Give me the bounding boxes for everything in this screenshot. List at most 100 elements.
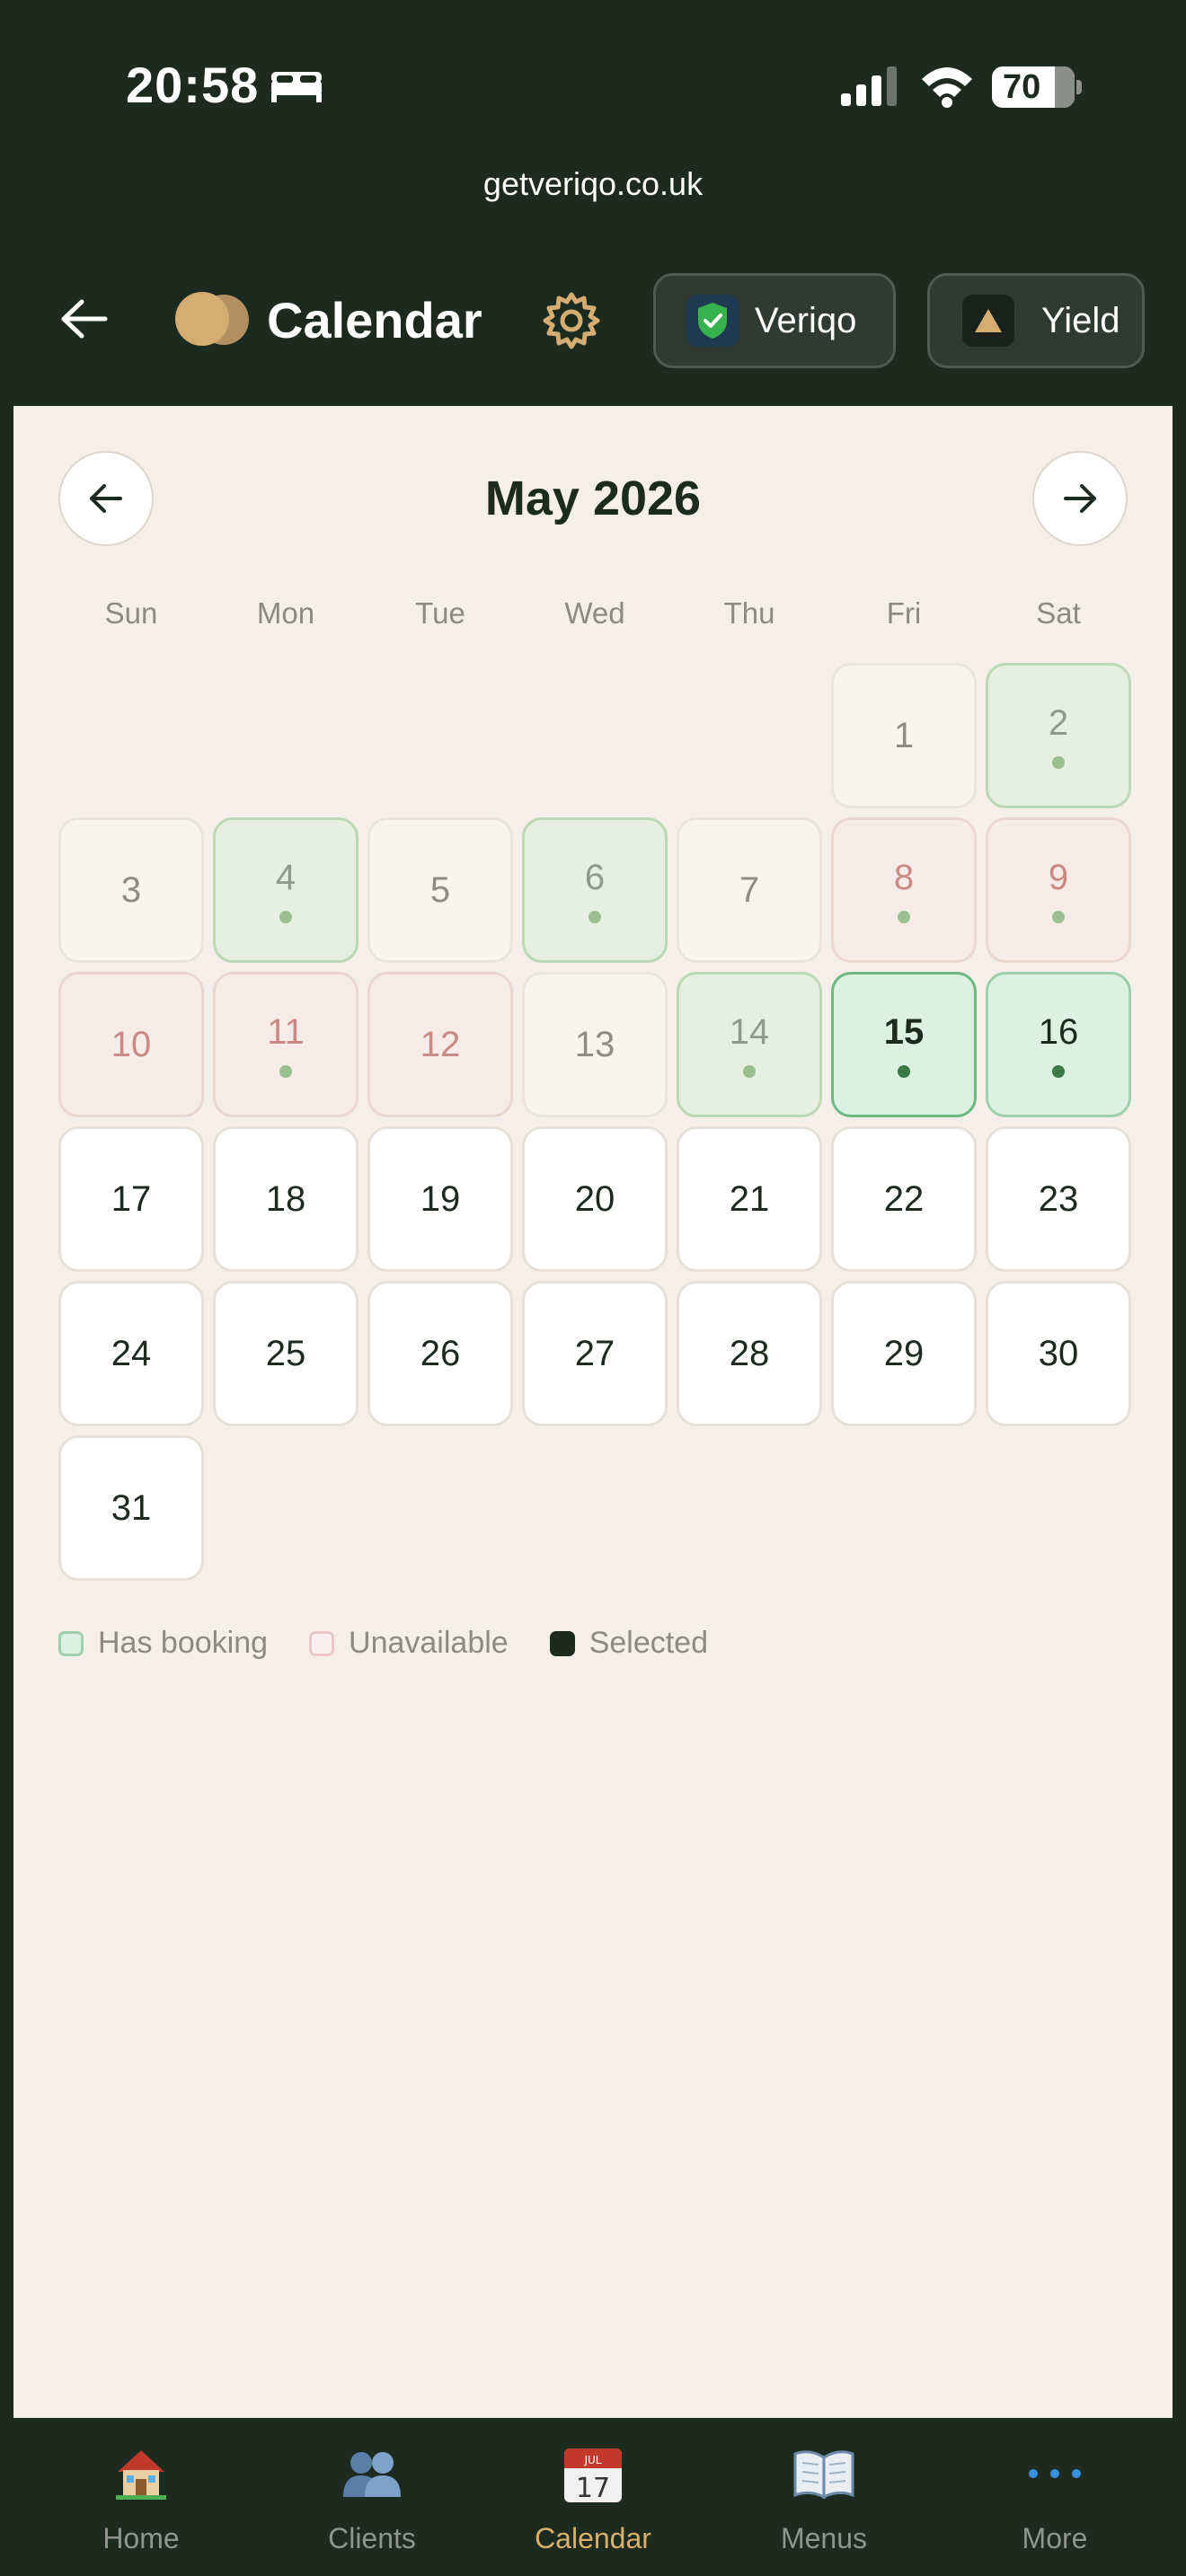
tab-more[interactable]: More [965,2434,1145,2555]
sleep-focus-icon [271,72,322,102]
calendar-day[interactable]: 15 [831,972,977,1117]
calendar-day[interactable]: 18 [213,1126,358,1272]
calendar-day[interactable]: 5 [367,817,513,963]
day-number: 10 [111,1024,152,1064]
calendar-day[interactable]: 20 [522,1126,668,1272]
day-number: 30 [1038,1333,1079,1373]
calendar-day[interactable]: 13 [522,972,668,1117]
tab-menus[interactable]: Menus [734,2434,914,2555]
calendar-day[interactable]: 25 [213,1281,358,1426]
calendar-day[interactable]: 22 [831,1126,977,1272]
booking-dot [279,910,292,923]
calendar-day[interactable]: 14 [677,972,822,1117]
day-number: 28 [729,1333,770,1373]
cellular-signal-icon [841,66,897,106]
app-header: Calendar Veriqo Yield [13,235,1173,406]
day-number: 31 [111,1487,152,1528]
calendar-day[interactable]: 26 [367,1281,513,1426]
tab-more-label: More [1022,2522,1088,2554]
weekday-label: Sun [104,596,158,630]
day-number: 13 [574,1024,615,1064]
back-arrow-icon[interactable] [58,296,109,341]
calendar-day[interactable]: 4 [213,817,358,963]
tab-calendar-label: Calendar [535,2522,651,2554]
calendar-day[interactable]: 1 [831,663,977,808]
tab-calendar[interactable]: JUL 17 Calendar [503,2434,683,2555]
calendar-day[interactable]: 10 [58,972,204,1117]
tab-clients-label: Clients [328,2522,416,2554]
wifi-icon [922,67,972,108]
yield-button[interactable]: Yield [927,273,1145,368]
calendar-day[interactable]: 8 [831,817,977,963]
day-number: 2 [1048,702,1069,743]
tab-menus-label: Menus [780,2522,868,2554]
legend-booking-label: Has booking [98,1626,269,1660]
day-number: 19 [420,1178,461,1219]
tab-home[interactable]: Home [51,2434,231,2555]
legend-unavailable: Unavailable [309,1626,509,1661]
legend-selected: Selected [549,1626,709,1661]
day-number: 3 [120,869,142,910]
calendar-day[interactable]: 31 [58,1435,204,1581]
booking-dot [898,1064,910,1078]
day-number: 20 [574,1178,615,1219]
day-number: 26 [420,1333,461,1373]
calendar-day[interactable]: 23 [986,1126,1131,1272]
calendar-day[interactable]: 27 [522,1281,668,1426]
bottom-tab-bar: Home Clients JUL 17 Calendar Menus More [13,2418,1173,2576]
calendar-icon-month: JUL [583,2454,601,2466]
battery-level: 70 [1003,67,1041,106]
calendar-day[interactable]: 2 [986,663,1131,808]
calendar-day[interactable]: 6 [522,817,668,963]
calendar-day[interactable]: 24 [58,1281,204,1426]
veriqo-button[interactable]: Veriqo [653,273,896,368]
calendar-day[interactable]: 7 [677,817,822,963]
legend-unavailable-label: Unavailable [349,1626,509,1660]
tab-home-label: Home [102,2522,180,2554]
veriqo-label: Veriqo [755,300,857,340]
calendar-day[interactable]: 21 [677,1126,822,1272]
booking-dot [743,1064,756,1078]
calendar-day[interactable]: 12 [367,972,513,1117]
day-number: 4 [275,857,296,897]
day-number: 21 [729,1178,770,1219]
calendar-day[interactable]: 29 [831,1281,977,1426]
day-number: 27 [574,1333,615,1373]
next-month-button[interactable] [1032,451,1128,546]
calendar-day[interactable]: 19 [367,1126,513,1272]
booking-dot [1052,1064,1065,1078]
weekday-label: Wed [564,596,625,630]
house-icon [112,2434,170,2513]
calendar-day[interactable]: 30 [986,1281,1131,1426]
calendar-day[interactable]: 17 [58,1126,204,1272]
yield-triangle-icon [962,295,1014,347]
weekday-label: Sat [1036,596,1081,630]
weekday-label: Tue [415,596,465,630]
calendar-day[interactable]: 9 [986,817,1131,963]
booking-dot [1052,755,1065,769]
calendar-day[interactable]: 16 [986,972,1131,1117]
day-number: 12 [420,1024,461,1064]
more-dots-icon [1026,2434,1084,2513]
legend-selected-label: Selected [589,1626,709,1660]
calendar-icon: JUL 17 [561,2434,625,2513]
weekday-label: Thu [723,596,775,630]
calendar-day[interactable]: 3 [58,817,204,963]
booking-dot [898,910,910,923]
status-bar: 20:58 70 getveriqo.co.uk [0,0,1186,235]
settings-gear-icon[interactable] [540,289,603,352]
page-title: Calendar [267,292,482,348]
people-icon [340,2434,404,2513]
day-number: 14 [729,1011,770,1052]
calendar-day[interactable]: 11 [213,972,358,1117]
calendar-day[interactable]: 28 [677,1281,822,1426]
tab-clients[interactable]: Clients [282,2434,462,2555]
unavailable-swatch [309,1630,335,1656]
day-number: 16 [1038,1011,1079,1052]
day-number: 25 [265,1333,306,1373]
address-bar-url[interactable]: getveriqo.co.uk [0,165,1186,203]
status-time: 20:58 [126,57,260,113]
weekday-label: Mon [256,596,315,630]
day-number: 7 [739,869,760,910]
calendar-legend: Has booking Unavailable Selected [58,1626,749,1661]
